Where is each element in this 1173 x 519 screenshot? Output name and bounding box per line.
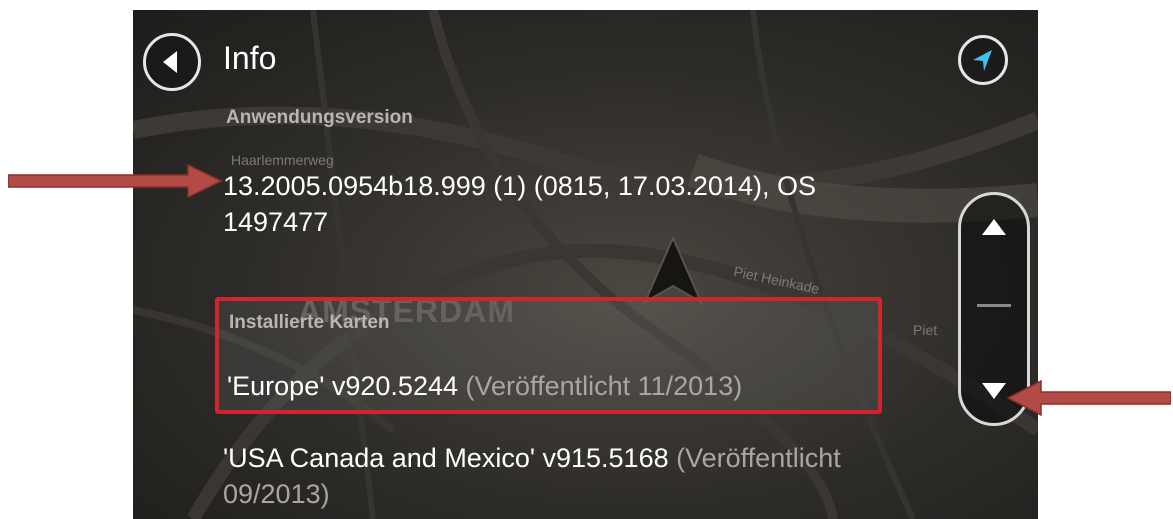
navigation-view-button[interactable] bbox=[958, 35, 1008, 85]
back-arrow-icon bbox=[163, 51, 177, 73]
map-published-cont: 09/2013) bbox=[223, 479, 330, 509]
app-version-line: 13.2005.0954b18.999 (1) (0815, 17.03.201… bbox=[223, 171, 816, 201]
app-version-line: 1497477 bbox=[223, 207, 329, 237]
map-item-usa[interactable]: 'USA Canada and Mexico' v915.5168 (Veröf… bbox=[223, 440, 841, 512]
map-street-label: Haarlemmerweg bbox=[231, 152, 334, 168]
map-name: 'USA Canada and Mexico' v915.5168 bbox=[223, 443, 669, 473]
map-item-europe[interactable]: 'Europe' v920.5244 (Veröffentlicht 11/20… bbox=[227, 368, 742, 404]
back-button[interactable] bbox=[143, 33, 201, 91]
navigation-arrow-icon bbox=[973, 50, 992, 71]
installed-maps-label: Installierte Karten bbox=[229, 312, 390, 333]
app-version-label: Anwendungsversion bbox=[226, 107, 413, 128]
chevron-up-icon bbox=[982, 219, 1006, 235]
map-street-label: Piet bbox=[913, 322, 938, 338]
page-title: Info bbox=[223, 40, 277, 76]
device-screen: Haarlemmerweg Piet Heinkade Piet AMSTERD… bbox=[133, 10, 1038, 519]
map-name: 'Europe' v920.5244 bbox=[227, 371, 458, 401]
app-version-value: 13.2005.0954b18.999 (1) (0815, 17.03.201… bbox=[223, 168, 816, 240]
scroll-up-button[interactable] bbox=[961, 195, 1027, 257]
map-published: (Veröffentlicht 11/2013) bbox=[465, 371, 743, 401]
map-published: (Veröffentlicht bbox=[676, 443, 841, 473]
annotation-arrow-right bbox=[1006, 380, 1171, 416]
annotation-arrow-left bbox=[8, 164, 223, 198]
scroll-thumb[interactable] bbox=[977, 303, 1011, 307]
